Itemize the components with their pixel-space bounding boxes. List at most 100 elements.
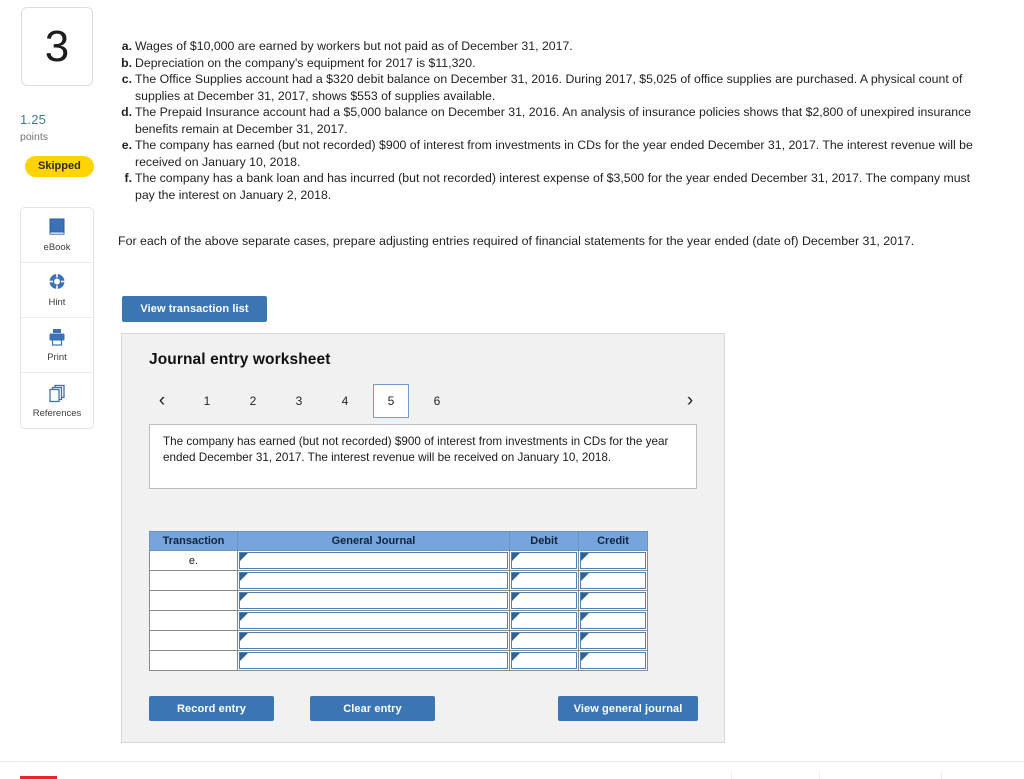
credit-input[interactable] — [580, 612, 646, 629]
general-journal-input[interactable] — [239, 572, 508, 589]
hint-icon — [46, 272, 68, 293]
case-letter: b. — [121, 55, 132, 70]
case-text: Wages of $10,000 are earned by workers b… — [135, 39, 573, 53]
table-header-row: Transaction General Journal Debit Credit — [149, 531, 648, 551]
clear-entry-button[interactable]: Clear entry — [310, 696, 435, 721]
sidebar-item-label: Hint — [48, 297, 66, 308]
general-journal-cell — [237, 610, 510, 631]
transaction-cell — [149, 590, 238, 611]
transaction-cell: e. — [149, 550, 238, 571]
general-journal-cell — [237, 570, 510, 591]
credit-cell — [578, 550, 648, 571]
case-letter: a. — [121, 39, 132, 53]
credit-input[interactable] — [580, 552, 646, 569]
general-journal-input[interactable] — [239, 592, 508, 609]
question-number: 3 — [44, 21, 70, 71]
list-item: d. The Prepaid Insurance account had a $… — [118, 104, 973, 137]
table-row — [149, 610, 648, 631]
case-text: The Prepaid Insurance account had a $5,0… — [135, 105, 972, 136]
debit-input[interactable] — [511, 552, 577, 569]
debit-input[interactable] — [511, 632, 577, 649]
bottom-status-bar — [0, 761, 1024, 779]
status-badge: Skipped — [25, 156, 94, 177]
sidebar-item-label: References — [32, 407, 82, 419]
points-label: points — [20, 131, 49, 143]
sidebar-item-references[interactable]: References — [21, 373, 93, 428]
general-journal-input[interactable] — [239, 632, 508, 649]
sidebar-item-label: Print — [47, 352, 67, 363]
bottom-divider — [819, 771, 820, 779]
bottom-divider — [941, 771, 942, 779]
case-letter: e. — [121, 138, 132, 152]
points-value: 1.25 — [20, 112, 47, 127]
table-row — [149, 590, 648, 611]
general-journal-input[interactable] — [239, 652, 508, 669]
debit-input[interactable] — [511, 612, 577, 629]
transaction-cell — [149, 570, 238, 591]
references-icon — [46, 383, 68, 404]
sidebar-item-hint[interactable]: Hint — [21, 263, 93, 318]
question-number-card: 3 — [21, 7, 93, 86]
case-letter: c. — [121, 72, 132, 86]
cases-list: a. Wages of $10,000 are earned by worker… — [118, 38, 973, 203]
case-text: Depreciation on the company's equipment … — [135, 55, 476, 70]
view-transaction-list-button[interactable]: View transaction list — [122, 296, 267, 322]
debit-cell — [509, 650, 579, 671]
column-header-transaction: Transaction — [149, 531, 238, 551]
debit-cell — [509, 590, 579, 611]
column-header-credit: Credit — [578, 531, 648, 551]
credit-input[interactable] — [580, 572, 646, 589]
view-general-journal-button[interactable]: View general journal — [558, 696, 698, 721]
tab-page-6[interactable]: 6 — [419, 384, 455, 418]
table-row — [149, 570, 648, 591]
tool-panel: eBook Hint Print References — [20, 207, 94, 429]
tab-page-1[interactable]: 1 — [189, 384, 225, 418]
column-header-debit: Debit — [509, 531, 579, 551]
worksheet-action-buttons: Record entry Clear entry View general jo… — [122, 696, 726, 726]
case-letter: f. — [124, 171, 132, 185]
debit-input[interactable] — [511, 652, 577, 669]
sidebar-item-print[interactable]: Print — [21, 318, 93, 373]
debit-cell — [509, 550, 579, 571]
bottom-divider — [731, 771, 732, 779]
tab-page-3[interactable]: 3 — [281, 384, 317, 418]
next-page-arrow-icon[interactable]: › — [679, 388, 701, 414]
general-journal-cell — [237, 650, 510, 671]
worksheet-tabs: ‹ 1 2 3 4 5 6 › — [149, 384, 701, 420]
general-journal-input[interactable] — [239, 552, 508, 569]
credit-cell — [578, 650, 648, 671]
tab-page-2[interactable]: 2 — [235, 384, 271, 418]
active-case-description: The company has earned (but not recorded… — [149, 424, 697, 489]
debit-input[interactable] — [511, 592, 577, 609]
credit-input[interactable] — [580, 652, 646, 669]
list-item: e. The company has earned (but not recor… — [118, 137, 973, 170]
tab-page-5[interactable]: 5 — [373, 384, 409, 418]
list-item: c. The Office Supplies account had a $32… — [118, 71, 973, 104]
debit-input[interactable] — [511, 572, 577, 589]
journal-entry-worksheet-panel: Journal entry worksheet ‹ 1 2 3 4 5 6 › … — [121, 333, 725, 743]
ebook-icon — [46, 217, 68, 238]
debit-cell — [509, 570, 579, 591]
credit-cell — [578, 630, 648, 651]
prev-page-arrow-icon[interactable]: ‹ — [151, 388, 173, 414]
table-row: e. — [149, 550, 648, 571]
debit-cell — [509, 610, 579, 631]
instruction-text: For each of the above separate cases, pr… — [118, 234, 915, 248]
credit-cell — [578, 570, 648, 591]
credit-input[interactable] — [580, 592, 646, 609]
record-entry-button[interactable]: Record entry — [149, 696, 274, 721]
sidebar-item-ebook[interactable]: eBook — [21, 208, 93, 263]
general-journal-cell — [237, 630, 510, 651]
panel-title: Journal entry worksheet — [149, 351, 331, 368]
list-item: b. Depreciation on the company's equipme… — [118, 55, 973, 72]
list-item: f. The company has a bank loan and has i… — [118, 170, 973, 203]
credit-cell — [578, 610, 648, 631]
tab-page-4[interactable]: 4 — [327, 384, 363, 418]
credit-input[interactable] — [580, 632, 646, 649]
general-journal-input[interactable] — [239, 612, 508, 629]
case-text: The Office Supplies account had a $320 d… — [135, 72, 963, 103]
journal-entry-table: Transaction General Journal Debit Credit… — [149, 531, 648, 671]
transaction-cell — [149, 610, 238, 631]
transaction-cell — [149, 630, 238, 651]
question-page: 3 1.25 points Skipped eBook Hint Print R… — [0, 0, 1024, 779]
